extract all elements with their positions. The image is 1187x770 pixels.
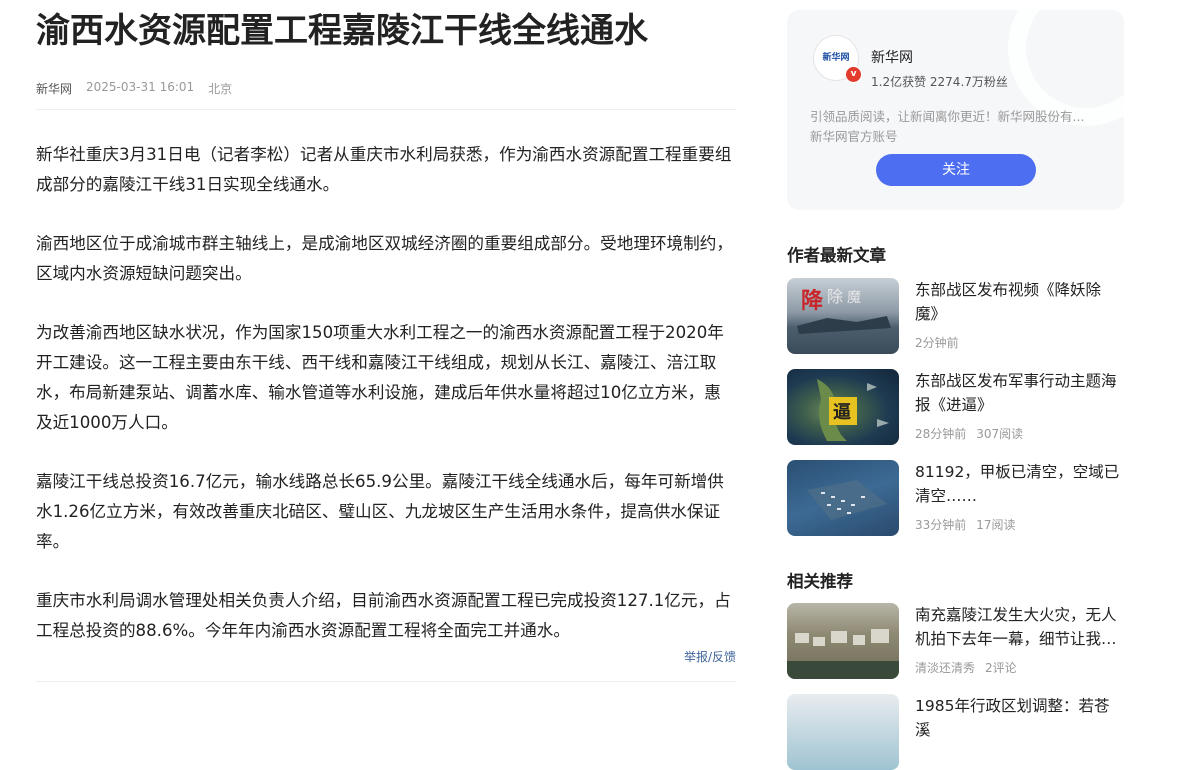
follow-button[interactable]: 关注	[876, 154, 1036, 186]
avatar-logo-text: 新华网	[822, 53, 850, 63]
article-thumbnail[interactable]: 降 除 魔	[787, 278, 899, 354]
article-thumbnail[interactable]: 逼	[787, 369, 899, 445]
item-meta: 清淡还清秀 2评论	[915, 659, 1017, 676]
item-title[interactable]: 81192，甲板已清空，空域已清空……	[915, 460, 1124, 508]
divider	[36, 109, 736, 110]
report-feedback-link[interactable]: 举报/反馈	[684, 648, 736, 665]
article-source[interactable]: 新华网	[36, 80, 72, 97]
item-meta: 28分钟前 307阅读	[915, 425, 1023, 442]
author-avatar[interactable]: 新华网 v	[813, 35, 862, 83]
divider	[36, 681, 736, 682]
svg-text:降: 降	[801, 289, 824, 314]
svg-text:除: 除	[827, 287, 843, 306]
article-paragraph: 嘉陵江干线总投资16.7亿元，输水线路总长65.9公里。嘉陵江干线全线通水后，每…	[36, 472, 724, 551]
item-time: 28分钟前	[915, 427, 967, 441]
article-paragraph: 重庆市水利局调水管理处相关负责人介绍，目前渝西水资源配置工程已完成投资127.1…	[36, 591, 731, 640]
list-item[interactable]: 降 除 魔 东部战区发布视频《降妖除魔》 2分钟前	[787, 278, 1124, 354]
author-name[interactable]: 新华网	[871, 47, 913, 67]
item-meta: 33分钟前 17阅读	[915, 516, 1016, 533]
article-title: 渝西水资源配置工程嘉陵江干线全线通水	[36, 11, 648, 51]
latest-articles-heading: 作者最新文章	[787, 246, 886, 265]
carrier-image-icon	[807, 480, 887, 520]
item-title[interactable]: 东部战区发布军事行动主题海报《进逼》	[915, 369, 1124, 417]
author-stats: 1.2亿获赞 2274.7万粉丝	[871, 75, 1008, 89]
item-meta: 2分钟前	[915, 334, 959, 351]
article-paragraph: 新华社重庆3月31日电（记者李松）记者从重庆市水利局获悉，作为渝西水资源配置工程…	[36, 145, 732, 194]
author-description: 引领品质阅读，让新闻离你更近！新华网股份有...	[810, 109, 1085, 124]
article-thumbnail[interactable]	[787, 460, 899, 536]
related-heading: 相关推荐	[787, 572, 853, 591]
verified-icon: v	[845, 66, 862, 83]
list-item[interactable]: 1985年行政区划调整：若苍溪	[787, 694, 1124, 770]
town-image-icon	[787, 629, 899, 679]
item-time: 33分钟前	[915, 518, 967, 532]
svg-text:逼: 逼	[833, 402, 851, 423]
article-datetime: 2025-03-31 16:01	[86, 80, 195, 94]
item-comments: 2评论	[985, 661, 1017, 675]
svg-text:魔: 魔	[847, 290, 861, 306]
article-location: 北京	[208, 82, 233, 96]
list-item[interactable]: 逼 东部战区发布军事行动主题海报《进逼》 28分钟前 307阅读	[787, 369, 1124, 445]
author-tag: 新华网官方账号	[810, 129, 898, 144]
article-thumbnail[interactable]	[787, 603, 899, 679]
item-reads: 17阅读	[976, 518, 1016, 532]
item-time: 2分钟前	[915, 336, 959, 350]
warship-image-icon: 降 除 魔	[797, 287, 891, 334]
article-body: 新华社重庆3月31日电（记者李松）记者从重庆市水利局获悉，作为渝西水资源配置工程…	[36, 140, 736, 675]
list-item[interactable]: 81192，甲板已清空，空域已清空…… 33分钟前 17阅读	[787, 460, 1124, 536]
item-title[interactable]: 南充嘉陵江发生大火灾，无人机拍下去年一幕，细节让我…	[915, 603, 1124, 651]
article-thumbnail[interactable]	[787, 694, 899, 770]
article-paragraph: 为改善渝西地区缺水状况，作为国家150项重大水利工程之一的渝西水资源配置工程于2…	[36, 323, 724, 432]
item-title[interactable]: 1985年行政区划调整：若苍溪	[915, 694, 1124, 742]
article-meta: 新华网 2025-03-31 16:01 北京	[36, 80, 232, 97]
article-paragraph: 渝西地区位于成渝城市群主轴线上，是成渝地区双城经济圈的重要组成部分。受地理环境制…	[36, 234, 733, 283]
item-reads: 307阅读	[976, 427, 1024, 441]
list-item[interactable]: 南充嘉陵江发生大火灾，无人机拍下去年一幕，细节让我… 清淡还清秀 2评论	[787, 603, 1124, 679]
item-author[interactable]: 清淡还清秀	[915, 661, 975, 675]
poster-image-icon: 逼	[817, 379, 889, 441]
author-card: 新华网 v 新华网 1.2亿获赞 2274.7万粉丝 引领品质阅读，让新闻离你更…	[787, 10, 1124, 210]
item-title[interactable]: 东部战区发布视频《降妖除魔》	[915, 278, 1124, 326]
